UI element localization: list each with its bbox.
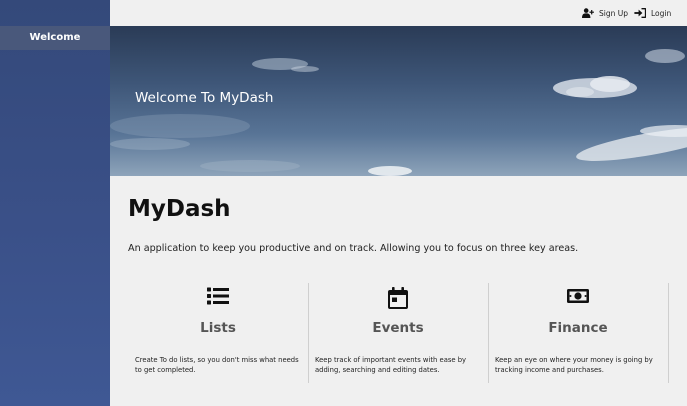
- page-tagline: An application to keep you productive an…: [128, 243, 579, 254]
- top-navbar: Sign Up Login: [110, 0, 687, 27]
- feature-finance: Finance Keep an eye on where your money …: [488, 283, 669, 383]
- user-plus-icon: [582, 8, 594, 18]
- feature-description: Create To do lists, so you don't miss wh…: [135, 356, 299, 374]
- feature-lists: Lists Create To do lists, so you don't m…: [128, 283, 309, 383]
- feature-description: Keep an eye on where your money is going…: [495, 356, 653, 374]
- login-icon: [634, 8, 646, 18]
- feature-title: Lists: [200, 320, 236, 336]
- feature-title: Finance: [548, 320, 608, 336]
- page-title: MyDash: [128, 196, 231, 222]
- list-icon: [207, 287, 229, 305]
- hero-title: Welcome To MyDash: [135, 90, 274, 106]
- feature-title: Events: [372, 320, 424, 336]
- feature-list: Lists Create To do lists, so you don't m…: [128, 283, 669, 383]
- login-label: Login: [651, 8, 672, 18]
- calendar-icon: [388, 287, 408, 309]
- signup-label: Sign Up: [599, 8, 628, 18]
- sidebar-item-label: Welcome: [29, 32, 81, 43]
- login-link[interactable]: Login: [634, 0, 671, 26]
- feature-description: Keep track of important events with ease…: [315, 356, 467, 374]
- feature-events: Events Keep track of important events wi…: [308, 283, 489, 383]
- hero-banner: Welcome To MyDash: [110, 26, 687, 176]
- sidebar: Welcome: [0, 0, 110, 406]
- signup-link[interactable]: Sign Up: [582, 0, 628, 26]
- money-icon: [567, 289, 589, 303]
- sidebar-item-welcome[interactable]: Welcome: [0, 26, 110, 50]
